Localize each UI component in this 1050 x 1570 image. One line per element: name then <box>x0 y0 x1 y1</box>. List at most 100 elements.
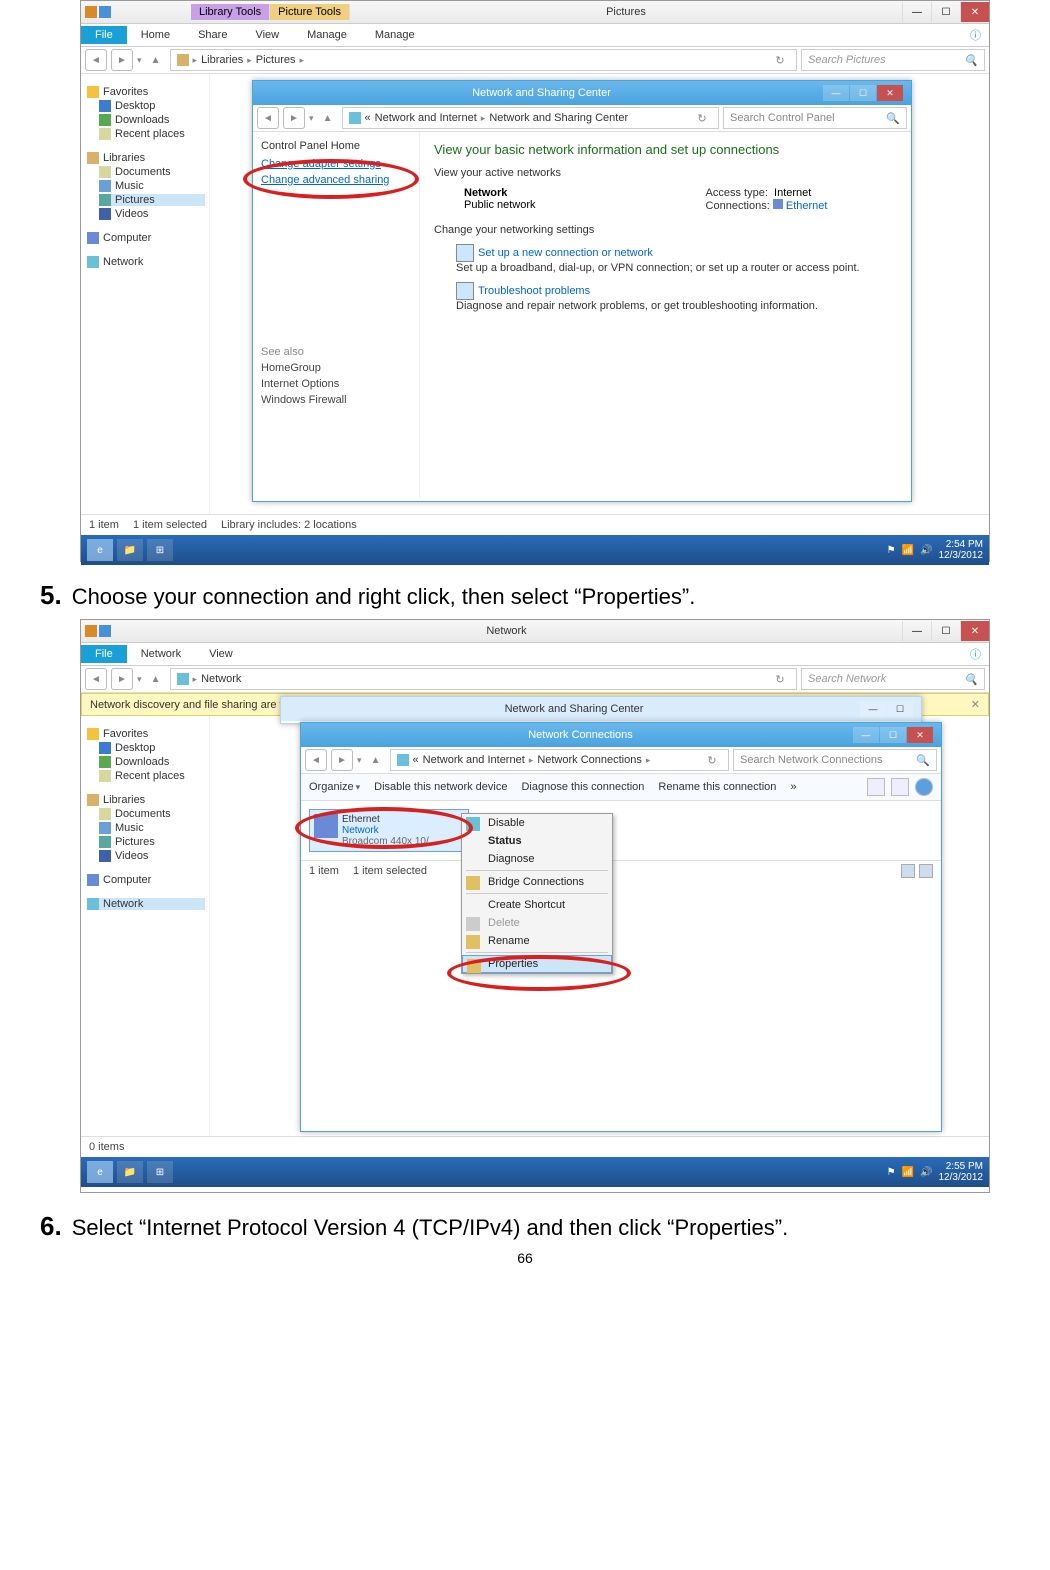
dlg-back-button[interactable]: ◄ <box>305 749 327 771</box>
ribbon-file[interactable]: File <box>81 645 127 663</box>
dlg-forward-button[interactable]: ► <box>331 749 353 771</box>
bg-min[interactable]: — <box>860 701 886 717</box>
ribbon-manage2[interactable]: Manage <box>361 26 429 44</box>
taskbar-explorer-icon[interactable]: 📁 <box>117 539 143 561</box>
taskbar-ie-icon[interactable]: e <box>87 1161 113 1183</box>
tree-network[interactable]: Network <box>103 898 143 910</box>
dlg-max-button[interactable]: ☐ <box>880 727 906 743</box>
ribbon-home[interactable]: Home <box>127 26 184 44</box>
ctx-bridge[interactable]: Bridge Connections <box>462 873 612 891</box>
ribbon-view[interactable]: View <box>195 645 247 663</box>
link-homegroup[interactable]: HomeGroup <box>261 362 411 374</box>
dlg-refresh[interactable]: ↻ <box>692 112 712 125</box>
tree-favorites[interactable]: Favorites <box>103 728 148 740</box>
link-internet-options[interactable]: Internet Options <box>261 378 411 390</box>
connections-value[interactable]: Ethernet <box>786 200 828 212</box>
tree-pictures[interactable]: Pictures <box>115 194 155 206</box>
ctx-rename[interactable]: Rename <box>462 932 612 950</box>
tree-libraries[interactable]: Libraries <box>103 152 145 164</box>
diagnose-button[interactable]: Diagnose this connection <box>521 781 644 793</box>
tree-videos[interactable]: Videos <box>115 208 148 220</box>
taskbar-explorer-icon[interactable]: 📁 <box>117 1161 143 1183</box>
dlg-min-button[interactable]: — <box>823 85 849 101</box>
dlg-max-button[interactable]: ☐ <box>850 85 876 101</box>
taskbar-app-icon[interactable]: ⊞ <box>147 539 173 561</box>
ctx-disable[interactable]: Disable <box>462 814 612 832</box>
dlg-close-button[interactable]: ✕ <box>907 727 933 743</box>
link-new-connection[interactable]: Set up a new connection or network <box>478 247 653 259</box>
tree-desktop[interactable]: Desktop <box>115 742 155 754</box>
dlg-address[interactable]: « Network and Internet ▸ Network and Sha… <box>342 107 719 129</box>
more-button[interactable]: » <box>790 781 796 793</box>
dlg-back-button[interactable]: ◄ <box>257 107 279 129</box>
ctx-status[interactable]: Status <box>462 832 612 850</box>
ctx-properties[interactable]: Properties <box>462 955 612 973</box>
bg-max[interactable]: ☐ <box>887 701 913 717</box>
dlg-history[interactable]: ▾ <box>309 113 314 124</box>
infobar-close-icon[interactable]: ✕ <box>971 698 980 711</box>
maximize-button[interactable]: ☐ <box>931 621 960 641</box>
breadcrumb[interactable]: Network <box>201 673 241 685</box>
taskbar-app-icon[interactable]: ⊞ <box>147 1161 173 1183</box>
address-bar[interactable]: ▸ Libraries ▸ Pictures ▸ ↻ <box>170 49 797 71</box>
tray-flag-icon[interactable]: ⚑ <box>887 545 896 556</box>
context-tab-picture[interactable]: Picture Tools <box>270 4 350 20</box>
ribbon-view[interactable]: View <box>241 26 293 44</box>
taskbar-ie-icon[interactable]: e <box>87 539 113 561</box>
taskbar-clock[interactable]: 2:55 PM 12/3/2012 <box>939 1161 984 1183</box>
organize-menu[interactable]: Organize▾ <box>309 781 360 793</box>
tree-pictures[interactable]: Pictures <box>115 836 155 848</box>
rename-button[interactable]: Rename this connection <box>658 781 776 793</box>
minimize-button[interactable]: — <box>902 621 931 641</box>
link-windows-firewall[interactable]: Windows Firewall <box>261 394 411 406</box>
dlg-search[interactable]: Search Control Panel 🔍 <box>723 107 907 129</box>
dlg-refresh[interactable]: ↻ <box>702 754 722 767</box>
forward-button[interactable]: ► <box>111 668 133 690</box>
ctx-diagnose[interactable]: Diagnose <box>462 850 612 868</box>
history-dropdown[interactable]: ▾ <box>137 674 142 685</box>
tray-flag-icon[interactable]: ⚑ <box>887 1167 896 1178</box>
up-button[interactable]: ▲ <box>146 669 166 689</box>
tree-music[interactable]: Music <box>115 180 144 192</box>
tree-favorites[interactable]: Favorites <box>103 86 148 98</box>
dlg-up-button[interactable]: ▲ <box>318 108 338 128</box>
ribbon-share[interactable]: Share <box>184 26 241 44</box>
dlg-history[interactable]: ▾ <box>357 755 362 766</box>
minimize-button[interactable]: — <box>902 2 931 22</box>
connection-item-ethernet[interactable]: Ethernet Network Broadcom 440x 10/... <box>309 809 469 852</box>
search-box[interactable]: Search Pictures 🔍 <box>801 49 985 71</box>
view-details-icon[interactable] <box>901 864 915 878</box>
dlg-forward-button[interactable]: ► <box>283 107 305 129</box>
breadcrumb[interactable]: Pictures <box>256 54 296 66</box>
disable-device-button[interactable]: Disable this network device <box>374 781 507 793</box>
tree-documents[interactable]: Documents <box>115 166 171 178</box>
view-options-icon[interactable] <box>867 778 885 796</box>
address-bar[interactable]: ▸ Network ↻ <box>170 668 797 690</box>
back-button[interactable]: ◄ <box>85 49 107 71</box>
close-button[interactable]: ✕ <box>960 2 989 22</box>
tree-downloads[interactable]: Downloads <box>115 756 169 768</box>
dlg-up-button[interactable]: ▲ <box>366 750 386 770</box>
tree-videos[interactable]: Videos <box>115 850 148 862</box>
tree-downloads[interactable]: Downloads <box>115 114 169 126</box>
tray-volume-icon[interactable]: 🔊 <box>920 545 932 556</box>
dlg-close-button[interactable]: ✕ <box>877 85 903 101</box>
tray-network-icon[interactable]: 📶 <box>902 545 914 556</box>
link-troubleshoot[interactable]: Troubleshoot problems <box>478 285 590 297</box>
breadcrumb[interactable]: Network and Sharing Center <box>489 112 628 124</box>
ctx-shortcut[interactable]: Create Shortcut <box>462 896 612 914</box>
breadcrumb[interactable]: Network and Internet <box>423 754 525 766</box>
dlg-search[interactable]: Search Network Connections 🔍 <box>733 749 937 771</box>
breadcrumb[interactable]: Network Connections <box>537 754 642 766</box>
back-button[interactable]: ◄ <box>85 668 107 690</box>
history-dropdown[interactable]: ▾ <box>137 55 142 66</box>
context-tab-library[interactable]: Library Tools <box>191 4 270 20</box>
link-change-adapter[interactable]: Change adapter settings <box>261 158 411 170</box>
help-icon[interactable]: ⓘ <box>956 643 989 665</box>
tree-network[interactable]: Network <box>103 256 143 268</box>
ribbon-network[interactable]: Network <box>127 645 195 663</box>
breadcrumb[interactable]: Network and Internet <box>375 112 477 124</box>
search-box[interactable]: Search Network 🔍 <box>801 668 985 690</box>
maximize-button[interactable]: ☐ <box>931 2 960 22</box>
tree-documents[interactable]: Documents <box>115 808 171 820</box>
